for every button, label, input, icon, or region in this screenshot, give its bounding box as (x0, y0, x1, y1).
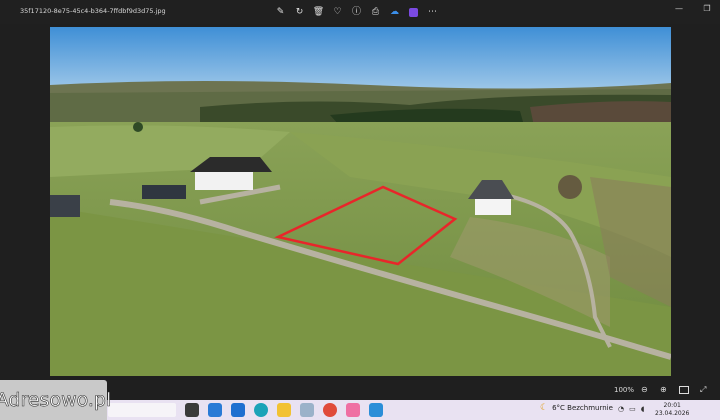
window-controls: — ❐ (674, 4, 712, 13)
file-explorer-icon[interactable] (277, 403, 291, 417)
volume-icon[interactable]: ◖ (641, 405, 645, 413)
delete-icon[interactable]: 🗑 (312, 6, 325, 19)
zoom-in-icon[interactable]: ⊕ (660, 385, 667, 394)
print-icon[interactable]: ⎙ (369, 6, 382, 19)
watermark-logo: Adresowo.pl (0, 380, 112, 420)
network-icon[interactable]: ◔ (618, 405, 624, 413)
edit-icon[interactable]: ✎ (274, 6, 287, 19)
zoom-level: 100% (614, 386, 635, 394)
chrome-icon[interactable] (323, 403, 337, 417)
taskbar-search[interactable] (108, 403, 176, 417)
minimize-icon[interactable]: — (674, 4, 684, 13)
moon-icon: ☾ (540, 403, 549, 413)
task-view-icon[interactable] (185, 403, 199, 417)
taskbar-apps (185, 403, 383, 417)
photos-icon[interactable] (369, 403, 383, 417)
favorite-icon[interactable]: ♡ (331, 6, 344, 19)
clock-time: 20:01 (663, 402, 681, 409)
watermark-text: Adresowo.pl (0, 389, 112, 412)
zoom-out-icon[interactable]: ⊖ (641, 385, 648, 394)
clipchamp-icon[interactable] (407, 6, 420, 19)
app-icon[interactable] (300, 403, 314, 417)
clock-date: 23.04.2026 (655, 410, 690, 417)
store-icon[interactable] (208, 403, 222, 417)
photo-toolbar: ✎ ↻ 🗑 ♡ ⓘ ⎙ ☁ ⋯ (274, 5, 439, 19)
maximize-icon[interactable]: ❐ (702, 4, 712, 13)
weather-widget[interactable]: ☾ 6°C Bezchmurnie (540, 403, 613, 413)
weather-text: 6°C Bezchmurnie (552, 404, 613, 412)
fullscreen-icon[interactable]: ⤢ (700, 385, 706, 395)
title-bar: 35f17120-8e75-45c4-b364-7ffdbf9d3d75.jpg… (0, 0, 720, 24)
paint-icon[interactable] (346, 403, 360, 417)
rotate-icon[interactable]: ↻ (293, 6, 306, 19)
info-icon[interactable]: ⓘ (350, 6, 363, 19)
mail-icon[interactable] (231, 403, 245, 417)
onedrive-icon[interactable]: ☁ (388, 6, 401, 19)
fit-to-window-icon[interactable] (679, 386, 689, 394)
edge-icon[interactable] (254, 403, 268, 417)
file-name: 35f17120-8e75-45c4-b364-7ffdbf9d3d75.jpg (20, 7, 166, 15)
clock[interactable]: 20:01 23.04.2026 (655, 402, 689, 418)
more-icon[interactable]: ⋯ (426, 6, 439, 19)
system-tray: ◔ ▭ ◖ (618, 405, 644, 413)
aerial-photo (50, 27, 671, 376)
battery-icon[interactable]: ▭ (629, 405, 636, 413)
